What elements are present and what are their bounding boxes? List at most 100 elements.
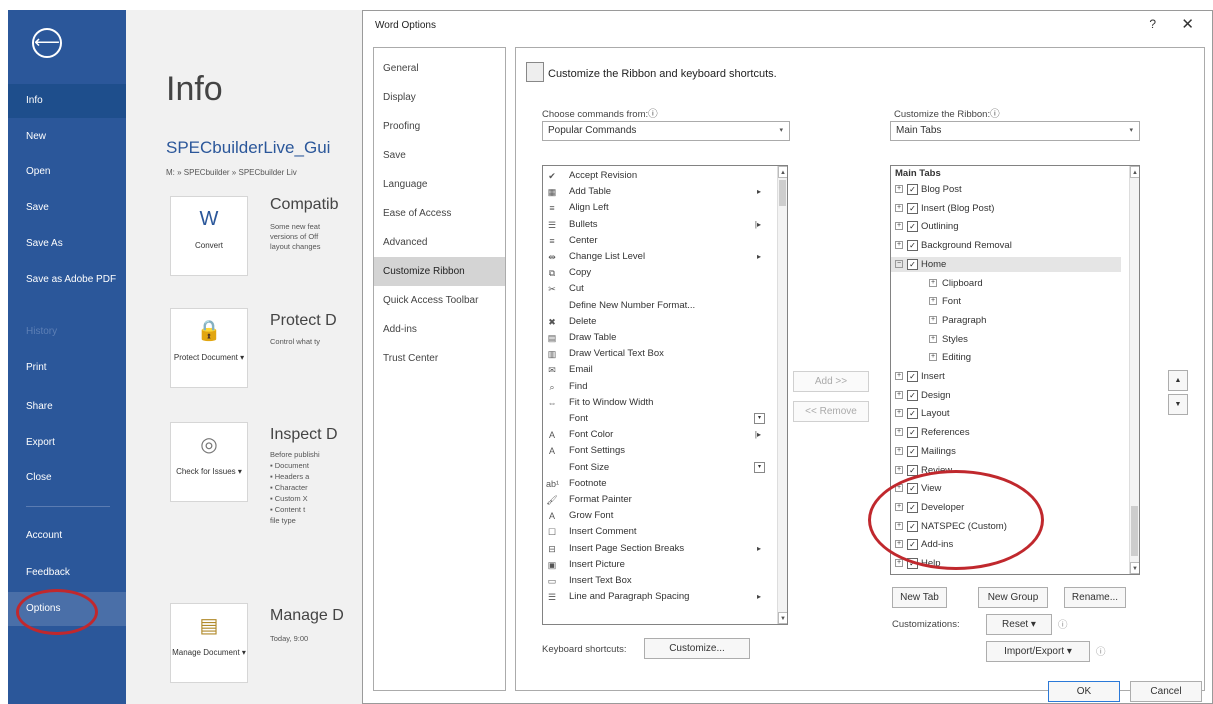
scroll-thumb[interactable] [779, 180, 786, 206]
tab-checkbox[interactable]: ✓ [907, 240, 918, 252]
command-item[interactable]: ▥ Draw Vertical Text Box [543, 347, 771, 361]
command-item[interactable]: A Grow Font [543, 509, 771, 523]
tab-tree-item[interactable]: + ✓ Layout [891, 406, 1121, 421]
category-display[interactable]: Display [374, 83, 505, 112]
new-tab-button[interactable]: New Tab [892, 587, 947, 608]
close-icon[interactable]: ✕ [1181, 15, 1194, 33]
command-item[interactable]: ✔ Accept Revision [543, 169, 771, 183]
move-up-button[interactable]: ▲ [1168, 370, 1188, 391]
tab-tree-item[interactable]: + Clipboard [891, 276, 1121, 291]
command-item[interactable]: ✉ Email [543, 363, 771, 377]
back-arrow-icon[interactable]: ⟵ [32, 28, 62, 58]
command-item[interactable]: Font Size ▾ [543, 461, 771, 475]
tab-tree-item[interactable]: + ✓ Insert [891, 369, 1121, 384]
tab-checkbox[interactable]: ✓ [907, 464, 918, 476]
choose-commands-dropdown[interactable]: Popular Commands ▾ [542, 121, 790, 141]
tab-tree-item[interactable]: + Styles [891, 332, 1121, 347]
nav-item-open[interactable]: Open [8, 155, 126, 189]
expand-icon[interactable]: + [895, 446, 903, 455]
category-quick-access-toolbar[interactable]: Quick Access Toolbar [374, 286, 505, 315]
expand-icon[interactable]: + [895, 409, 903, 418]
category-advanced[interactable]: Advanced [374, 228, 505, 257]
tab-tree-item[interactable]: + ✓ Mailings [891, 444, 1121, 459]
command-item[interactable]: ✂ Cut [543, 282, 771, 296]
expand-icon[interactable]: + [895, 559, 903, 567]
expand-icon[interactable]: + [895, 390, 903, 399]
command-item[interactable]: ☐ Insert Comment [543, 525, 771, 539]
nav-item-save[interactable]: Save [8, 191, 126, 225]
tab-checkbox[interactable]: ✓ [907, 445, 918, 457]
tab-checkbox[interactable]: ✓ [907, 184, 918, 195]
tab-checkbox[interactable]: ✓ [907, 202, 918, 214]
scroll-down-icon[interactable]: ▼ [1130, 562, 1139, 574]
scroll-up-icon[interactable]: ▲ [1130, 166, 1139, 178]
command-item[interactable]: ⇔ Fit to Window Width [543, 396, 771, 410]
command-item[interactable]: A Font Color |▸ [543, 428, 771, 442]
category-ease-of-access[interactable]: Ease of Access [374, 199, 505, 228]
nav-item-save-as[interactable]: Save As [8, 227, 126, 261]
ok-button[interactable]: OK [1048, 681, 1120, 702]
tab-checkbox[interactable]: ✓ [907, 389, 918, 401]
expand-icon[interactable]: + [895, 241, 903, 250]
customize-ribbon-dropdown[interactable]: Main Tabs ▾ [890, 121, 1140, 141]
command-item[interactable]: 🖌 Format Painter [543, 493, 771, 507]
expand-icon[interactable]: + [895, 428, 903, 437]
nav-item-feedback[interactable]: Feedback [8, 556, 126, 590]
tab-tree-item[interactable]: + ✓ Outlining [891, 219, 1121, 234]
category-proofing[interactable]: Proofing [374, 112, 505, 141]
nav-item-save-as-pdf[interactable]: Save as Adobe PDF [8, 268, 126, 308]
nav-item-info[interactable]: Info [8, 84, 126, 118]
category-add-ins[interactable]: Add-ins [374, 315, 505, 344]
tab-tree-item[interactable]: + ✓ Design [891, 388, 1121, 403]
tab-tree-item[interactable]: + ✓ Insert (Blog Post) [891, 201, 1121, 216]
nav-item-share[interactable]: Share [8, 390, 126, 424]
nav-item-export[interactable]: Export [8, 426, 126, 460]
expand-icon[interactable]: + [929, 297, 937, 306]
rename-button[interactable]: Rename... [1064, 587, 1126, 608]
convert-button[interactable]: W Convert [170, 196, 248, 276]
expand-icon[interactable]: + [895, 185, 903, 193]
command-item[interactable]: ☰ Bullets |▸ [543, 218, 771, 232]
expand-icon[interactable]: + [895, 222, 903, 231]
expand-icon[interactable]: + [895, 372, 903, 380]
tab-checkbox[interactable]: ✓ [907, 408, 918, 420]
category-customize-ribbon[interactable]: Customize Ribbon [374, 257, 505, 286]
command-item[interactable]: A Font Settings [543, 444, 771, 458]
tab-checkbox[interactable]: ✓ [907, 427, 918, 439]
scroll-up-icon[interactable]: ▲ [778, 166, 787, 178]
commands-listbox[interactable]: ▲ ▼ ✔ Accept Revision ▦ Add Table ▸ ≡ Align Le… [542, 165, 788, 625]
add-button[interactable]: Add >> [793, 371, 869, 392]
help-button[interactable]: ? [1149, 17, 1156, 31]
move-down-button[interactable]: ▼ [1168, 394, 1188, 415]
expand-icon[interactable]: + [929, 278, 937, 287]
tab-tree-item[interactable]: + ✓ Background Removal [891, 238, 1121, 253]
command-item[interactable]: ⇹ Change List Level ▸ [543, 250, 771, 264]
cancel-button[interactable]: Cancel [1130, 681, 1202, 702]
category-language[interactable]: Language [374, 170, 505, 199]
customize-shortcuts-button[interactable]: Customize... [644, 638, 750, 659]
nav-item-print[interactable]: Print [8, 351, 126, 385]
check-for-issues-button[interactable]: ◎ Check for Issues ▾ [170, 422, 248, 502]
command-item[interactable]: Font ▾ [543, 412, 771, 426]
tab-tree-item[interactable]: + ✓ References [891, 425, 1121, 440]
tab-tree-item[interactable]: + Editing [891, 350, 1121, 365]
nav-item-close[interactable]: Close [8, 461, 126, 495]
command-item[interactable]: ▤ Draw Table [543, 331, 771, 345]
nav-item-new[interactable]: New [8, 120, 126, 154]
expand-icon[interactable]: + [895, 465, 903, 474]
tab-checkbox[interactable]: ✓ [907, 258, 918, 270]
command-item[interactable]: ✖ Delete [543, 315, 771, 329]
command-item[interactable]: ☰ Line and Paragraph Spacing ▸ [543, 590, 771, 604]
command-item[interactable]: ≡ Center [543, 234, 771, 248]
expand-icon[interactable]: + [929, 353, 937, 362]
command-item[interactable]: ⌕ Find [543, 380, 771, 394]
tab-tree-item[interactable]: + Paragraph [891, 313, 1121, 328]
tab-tree-item[interactable]: + ✓ Blog Post [891, 182, 1121, 197]
collapse-icon[interactable]: − [895, 259, 903, 268]
category-trust-center[interactable]: Trust Center [374, 344, 505, 373]
protect-document-button[interactable]: 🔒 Protect Document ▾ [170, 308, 248, 388]
command-item[interactable]: ≡ Align Left [543, 201, 771, 215]
expand-icon[interactable]: + [895, 203, 903, 212]
expand-icon[interactable]: + [929, 334, 937, 343]
tab-checkbox[interactable]: ✓ [907, 221, 918, 233]
